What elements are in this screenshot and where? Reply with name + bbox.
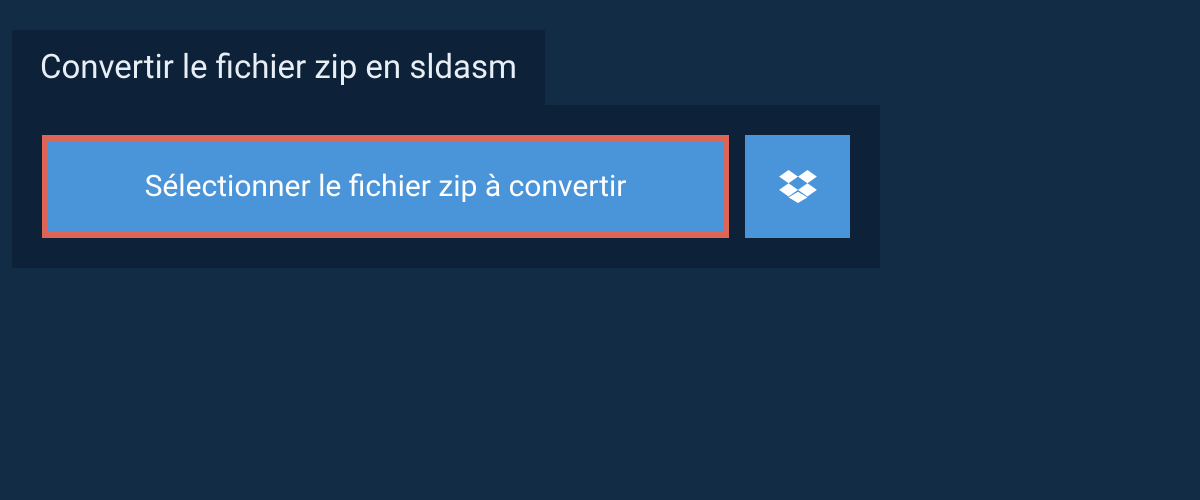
select-file-label: Sélectionner le fichier zip à convertir xyxy=(145,169,627,204)
dropbox-button[interactable] xyxy=(745,135,850,238)
button-row: Sélectionner le fichier zip à convertir xyxy=(42,135,850,238)
tab-bar: Convertir le fichier zip en sldasm xyxy=(12,30,545,105)
dropbox-icon xyxy=(779,170,817,204)
tab-label: Convertir le fichier zip en sldasm xyxy=(40,48,517,87)
select-file-button[interactable]: Sélectionner le fichier zip à convertir xyxy=(42,135,729,238)
content-panel: Sélectionner le fichier zip à convertir xyxy=(12,105,880,268)
tab-convert[interactable]: Convertir le fichier zip en sldasm xyxy=(12,30,545,105)
